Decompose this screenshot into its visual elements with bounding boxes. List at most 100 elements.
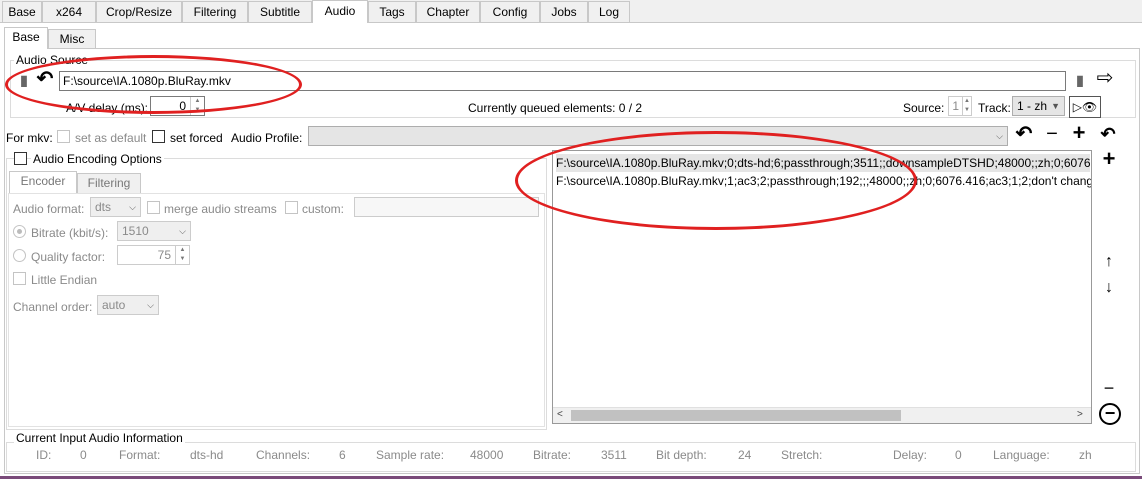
channel-order-label: Channel order: <box>13 300 93 314</box>
info-id-value: 0 <box>80 448 87 462</box>
custom-label: custom: <box>302 202 345 216</box>
info-channels-value: 6 <box>339 448 346 462</box>
input-info-label: Current Input Audio Information <box>14 431 185 445</box>
set-forced-label: set forced <box>170 131 223 145</box>
scrollbar-thumb[interactable] <box>571 410 901 421</box>
plus-icon[interactable]: + <box>1098 148 1120 170</box>
custom-checkbox[interactable] <box>285 201 298 214</box>
channel-order-combo[interactable]: auto ⌵ <box>97 295 159 315</box>
minus-icon[interactable]: − <box>1099 379 1119 397</box>
remove-circle-icon[interactable]: − <box>1099 403 1121 425</box>
spinner-arrows-icon[interactable]: ▲ ▼ <box>190 97 204 115</box>
info-language-label: Language: <box>993 448 1050 462</box>
info-depth-label: Bit depth: <box>656 448 707 462</box>
info-delay-value: 0 <box>955 448 962 462</box>
tab-encoder[interactable]: Encoder <box>9 171 77 193</box>
tab-log[interactable]: Log <box>588 1 630 22</box>
spinner-arrows-icon[interactable]: ▲ ▼ <box>175 246 189 264</box>
main-tab-bar: Base x264 Crop/Resize Filtering Subtitle… <box>0 0 1142 23</box>
audio-encoding-checkbox[interactable] <box>14 152 27 165</box>
bitrate-radio[interactable] <box>13 225 26 238</box>
quality-value: 75 <box>157 248 171 262</box>
subtab-base[interactable]: Base <box>4 27 48 49</box>
arrow-up-icon[interactable]: ↑ <box>1099 253 1119 271</box>
audio-format-value: dts <box>95 200 112 214</box>
tab-base[interactable]: Base <box>2 1 42 22</box>
info-depth-value: 24 <box>738 448 752 462</box>
arrow-right-icon[interactable]: ⇨ <box>1092 68 1118 88</box>
source-spinner[interactable]: 1 ▲ ▼ <box>948 96 972 116</box>
info-format-value: dts-hd <box>190 448 224 462</box>
track-value: 1 - zh <box>1017 99 1048 113</box>
tab-crop-resize[interactable]: Crop/Resize <box>96 1 182 22</box>
source-label: Source: <box>903 101 945 115</box>
open-file-icon[interactable]: ▮ <box>1071 71 1089 89</box>
tab-tags[interactable]: Tags <box>368 1 416 22</box>
arrow-down-icon[interactable]: ↓ <box>1099 279 1119 297</box>
for-mkv-label: For mkv: <box>6 131 53 145</box>
info-format-label: Format: <box>119 448 161 462</box>
subtab-misc[interactable]: Misc <box>48 29 96 49</box>
bitrate-value: 1510 <box>122 224 149 238</box>
quality-label: Quality factor: <box>31 250 106 264</box>
tab-audio[interactable]: Audio <box>312 0 368 23</box>
info-delay-label: Delay: <box>893 448 928 462</box>
chevron-down-icon: ▼ <box>1051 101 1060 111</box>
tab-jobs[interactable]: Jobs <box>540 1 588 22</box>
merge-streams-label: merge audio streams <box>164 202 277 216</box>
undo-icon[interactable]: ↶ <box>1013 124 1035 144</box>
tab-filtering[interactable]: Filtering <box>182 1 248 22</box>
bitrate-label: Bitrate (kbit/s): <box>31 226 109 240</box>
custom-input[interactable] <box>354 197 539 217</box>
source-value: 1 <box>952 99 959 113</box>
audio-source-path-input[interactable]: F:\source\IA.1080p.BluRay.mkv <box>59 71 1066 91</box>
preview-eye-icon[interactable]: ▷👁 <box>1069 96 1101 118</box>
audio-format-label: Audio format: <box>13 202 85 216</box>
tab-config[interactable]: Config <box>480 1 540 22</box>
info-rate-value: 48000 <box>470 448 504 462</box>
av-delay-value: 0 <box>179 99 186 113</box>
list-item[interactable]: F:\source\IA.1080p.BluRay.mkv;1;ac3;2;pa… <box>556 172 1091 190</box>
audio-format-combo[interactable]: dts ⌵ <box>90 197 141 217</box>
audio-encoding-label: Audio Encoding Options <box>31 152 164 166</box>
quality-spinner[interactable]: 75 ▲ ▼ <box>117 245 190 265</box>
info-channels-label: Channels: <box>256 448 311 462</box>
info-id-label: ID: <box>36 448 52 462</box>
set-forced-checkbox[interactable] <box>152 130 165 143</box>
open-file-icon[interactable]: ▮ <box>14 71 34 89</box>
little-endian-label: Little Endian <box>31 273 98 287</box>
audio-queue-list[interactable]: F:\source\IA.1080p.BluRay.mkv;0;dts-hd;6… <box>552 150 1092 424</box>
track-combo[interactable]: 1 - zh ▼ <box>1012 96 1065 116</box>
chevron-down-icon: ⌵ <box>996 131 1003 141</box>
tab-x264[interactable]: x264 <box>42 1 96 22</box>
set-default-label: set as default <box>75 131 147 145</box>
info-stretch-label: Stretch: <box>781 448 823 462</box>
spinner-arrows-icon[interactable]: ▲ ▼ <box>962 97 971 115</box>
little-endian-checkbox[interactable] <box>13 272 26 285</box>
chevron-right-icon[interactable]: > <box>1077 409 1083 420</box>
audio-profile-label: Audio Profile: <box>231 131 303 145</box>
bitrate-combo[interactable]: 1510 ⌵ <box>117 221 191 241</box>
info-language-value: zh <box>1079 448 1092 462</box>
audio-profile-combo[interactable]: ⌵ <box>308 126 1008 146</box>
tab-subtitle[interactable]: Subtitle <box>248 1 312 22</box>
info-bitrate-value: 3511 <box>601 448 627 462</box>
undo-icon[interactable]: ↶ <box>34 69 56 89</box>
channel-order-value: auto <box>102 298 126 312</box>
chevron-down-icon: ⌵ <box>179 226 186 236</box>
chevron-down-icon: ⌵ <box>147 300 154 310</box>
info-rate-label: Sample rate: <box>376 448 445 462</box>
chevron-left-icon[interactable]: < <box>557 409 563 420</box>
minus-icon[interactable]: − <box>1042 124 1062 144</box>
list-item[interactable]: F:\source\IA.1080p.BluRay.mkv;0;dts-hd;6… <box>556 154 1091 172</box>
av-delay-spinner[interactable]: 0 ▲ ▼ <box>150 96 205 116</box>
merge-streams-checkbox[interactable] <box>147 201 160 214</box>
tab-chapter[interactable]: Chapter <box>416 1 480 22</box>
undo-plus-icon[interactable]: ↶ <box>1097 125 1119 143</box>
set-default-checkbox[interactable] <box>57 130 70 143</box>
track-label: Track: <box>978 101 1011 115</box>
quality-radio[interactable] <box>13 249 26 262</box>
plus-icon[interactable]: + <box>1068 122 1090 144</box>
horizontal-scrollbar[interactable]: < > <box>553 407 1091 423</box>
tab-encoding-filtering[interactable]: Filtering <box>77 173 141 193</box>
